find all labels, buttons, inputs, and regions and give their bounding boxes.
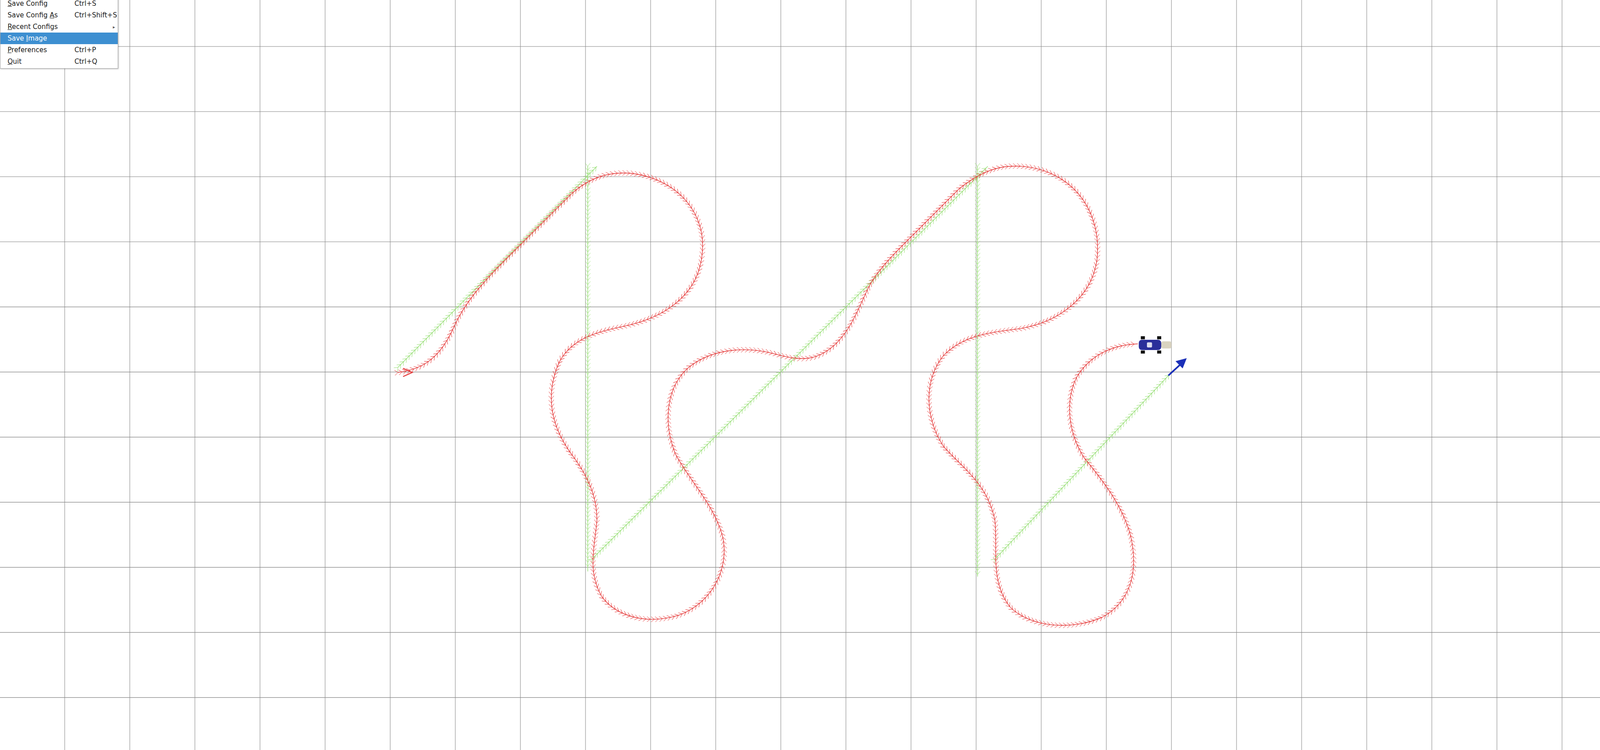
driven-path xyxy=(394,163,1138,628)
reference-path xyxy=(990,372,1172,564)
menu-item-shortcut: Ctrl+P xyxy=(74,45,116,54)
reference-path xyxy=(974,163,981,577)
menu-item[interactable]: Save Config AsCtrl+Shift+S xyxy=(0,9,118,21)
menu-item[interactable]: Save ConfigCtrl+S xyxy=(0,0,118,10)
menu-item-shortcut: Ctrl+Q xyxy=(74,57,116,66)
menu-item[interactable]: Save Image xyxy=(0,32,118,45)
submenu-arrow-icon: ▸ xyxy=(111,24,116,30)
menu-item[interactable]: PreferencesCtrl+P xyxy=(0,44,118,56)
menu-item[interactable]: QuitCtrl+Q xyxy=(0,55,118,68)
reference-path xyxy=(587,166,988,564)
menu-item-shortcut: Ctrl+S xyxy=(74,0,116,8)
reference-path xyxy=(393,165,598,372)
start-arrow-icon xyxy=(403,368,413,377)
menu-item-label: Save Config xyxy=(7,0,75,8)
simulator-window: Save ConfigCtrl+SSave Config AsCtrl+Shif… xyxy=(0,0,1600,750)
track-canvas[interactable] xyxy=(0,0,1600,750)
menu-item-shortcut: Ctrl+Shift+S xyxy=(74,11,117,20)
menu-item-label: Preferences xyxy=(7,45,75,54)
car-icon[interactable] xyxy=(1138,336,1172,354)
menu-item[interactable]: Recent Configs ▸ xyxy=(0,20,118,33)
file-menu: Save ConfigCtrl+SSave Config AsCtrl+Shif… xyxy=(0,0,119,69)
grid xyxy=(0,0,1600,750)
menu-item-label: Save Config As xyxy=(7,11,75,20)
reference-path xyxy=(585,163,591,572)
goal-arrow-icon xyxy=(1168,358,1187,376)
menu-item-label: Recent Configs xyxy=(7,22,75,31)
menu-item-label: Quit xyxy=(7,57,75,66)
menu-item-label: Save Image xyxy=(7,34,75,43)
